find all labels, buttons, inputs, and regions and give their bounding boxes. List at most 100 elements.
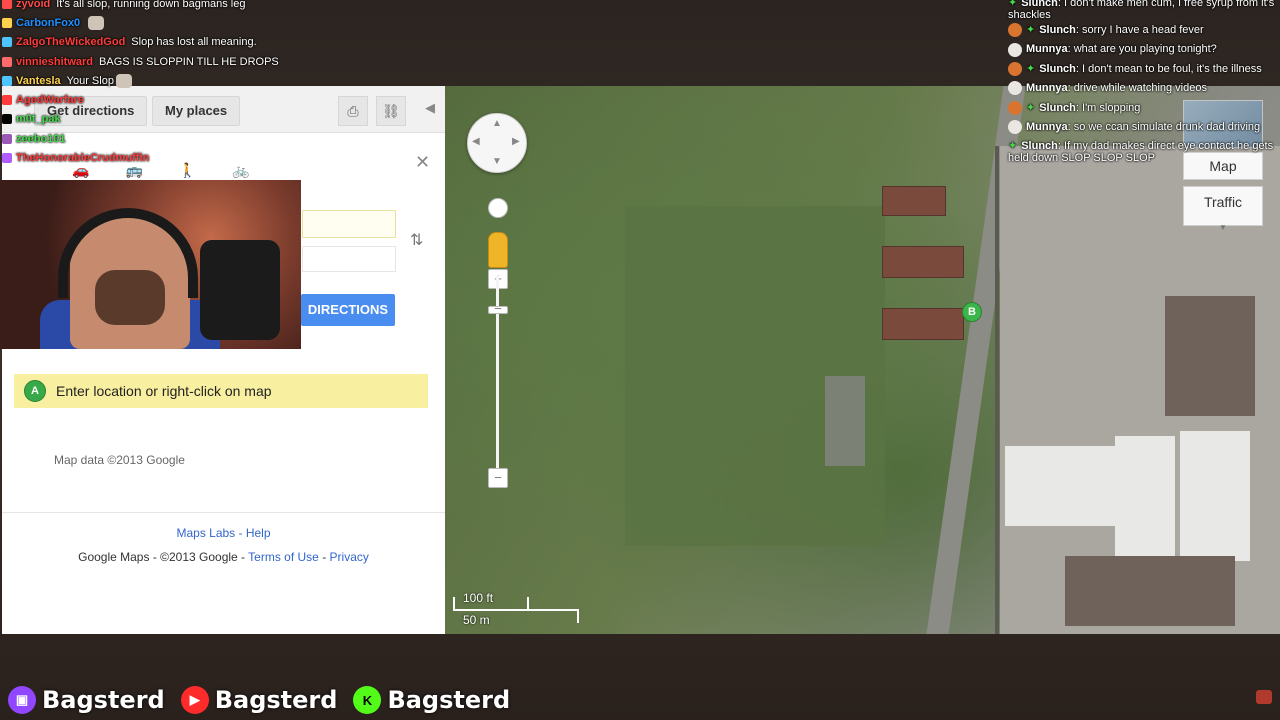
mod-badge-icon: ✦	[1026, 24, 1036, 36]
chat-username[interactable]: Munnya	[1026, 43, 1068, 55]
map-building	[882, 246, 964, 278]
channel-name: Bagsterd	[42, 686, 165, 714]
chat-message: zyvoid It's all slop, running down bagman…	[0, 0, 300, 13]
scale-bar	[453, 609, 579, 611]
badge-icon	[2, 56, 12, 67]
chat-username[interactable]: Slunch	[1039, 63, 1076, 75]
chat-message: Munnya: so we ccan simulate drunk dad dr…	[1008, 118, 1280, 137]
chat-username[interactable]: Vantesla	[16, 75, 61, 87]
chat-text: I'm slopping	[1082, 101, 1141, 114]
mod-badge-icon: ✦	[1026, 101, 1036, 114]
map-building	[1165, 296, 1255, 416]
traffic-button[interactable]: Traffic ▼	[1183, 186, 1263, 232]
maps-sidebar: Get directions My places ⎙ ⛓ ◀ 🚗 🚌 🚶 🚲 ✕…	[2, 86, 445, 634]
map-roof	[1180, 431, 1250, 561]
chat-message: ✦ Slunch: I don't make men cum, I free sy…	[1008, 0, 1280, 21]
chat-text: I don't mean to be foul, it's the illnes…	[1082, 62, 1262, 75]
map-roof	[1005, 446, 1115, 526]
chat-wrap: ✦ Slunch: I don't make men cum, I free sy…	[1008, 0, 1280, 21]
social-bar: ▣ Bagsterd ▶ Bagsterd K Bagsterd	[0, 680, 1280, 720]
social-link[interactable]: ▶ Bagsterd	[180, 686, 337, 714]
help-link[interactable]: Help	[246, 526, 271, 540]
collapse-panel-icon[interactable]: ◀	[425, 100, 435, 116]
emote-icon	[115, 73, 132, 88]
chat-username[interactable]: m0t_pak	[16, 113, 61, 125]
avatar	[1008, 120, 1022, 135]
webcam-feed	[0, 180, 301, 349]
social-link[interactable]: K Bagsterd	[353, 686, 510, 714]
destination-field[interactable]	[302, 246, 396, 272]
zoom-out-button[interactable]: −	[488, 468, 508, 488]
chat-overlay-left: zyvoid It's all slop, running down bagman…	[0, 0, 300, 168]
scale-tick	[527, 597, 529, 609]
avatar	[1008, 23, 1022, 38]
chat-text: so we ccan simulate drunk dad driving	[1073, 121, 1261, 134]
kick-icon: K	[353, 686, 382, 714]
map-building	[882, 308, 964, 340]
chat-username[interactable]: Slunch	[1039, 102, 1076, 114]
close-icon[interactable]: ✕	[415, 152, 430, 173]
microphone-icon	[200, 240, 280, 340]
avatar	[1008, 100, 1022, 115]
link-icon[interactable]: ⛓	[376, 96, 406, 126]
chat-message: Munnya: what are you playing tonight?	[1008, 40, 1280, 59]
chat-username[interactable]: Slunch	[1039, 24, 1076, 36]
chat-username[interactable]: Slunch	[1021, 0, 1058, 9]
chat-message: ✦ Slunch: sorry I have a head fever	[1008, 21, 1280, 40]
chat-username[interactable]: Slunch	[1021, 140, 1058, 152]
footer-copyright: Google Maps - ©2013 Google - Terms of Us…	[2, 550, 445, 564]
scale-tick	[453, 597, 455, 611]
chat-message: ✦ Slunch: I don't mean to be foul, it's t…	[1008, 60, 1280, 79]
satellite-map[interactable]: ▲ ▼ ◀ ▶ + − − B Map Traffic ▼ 100 ft 50 …	[445, 86, 1280, 634]
social-link[interactable]: ▣ Bagsterd	[8, 686, 165, 714]
chat-message: Munnya: drive while watching videos	[1008, 79, 1280, 98]
get-directions-submit-button[interactable]: DIRECTIONS	[301, 294, 395, 326]
chat-message: AgedWarfare	[0, 90, 300, 109]
chat-text: BAGS IS SLOPPIN TILL HE DROPS	[99, 55, 279, 68]
mod-badge-icon: ✦	[1026, 62, 1036, 75]
chat-username[interactable]: zyvoid	[16, 0, 50, 10]
zoom-slider-handle[interactable]: −	[488, 302, 508, 315]
map-roof	[1115, 436, 1175, 556]
chat-wrap: ✦ Slunch: If my dad makes direct eye cont…	[1008, 137, 1280, 164]
badge-icon	[2, 153, 12, 164]
map-building	[882, 186, 946, 216]
badge-icon	[2, 17, 12, 28]
map-data-attribution: Map data ©2013 Google	[54, 453, 185, 467]
chat-username[interactable]: TheHonorableCrudmuffin	[16, 152, 149, 164]
badge-icon	[2, 37, 12, 48]
link-separator: -	[235, 526, 246, 540]
chat-username[interactable]: CarbonFox0	[16, 17, 80, 29]
avatar	[1008, 81, 1022, 96]
maps-labs-link[interactable]: Maps Labs	[176, 526, 235, 540]
reset-view-button[interactable]	[488, 198, 508, 218]
chat-username[interactable]: zeebo101	[16, 133, 66, 145]
chat-text: It's all slop, running down bagmans leg	[56, 0, 246, 10]
pan-control[interactable]: ▲ ▼ ◀ ▶	[467, 113, 527, 173]
swap-icon[interactable]: ⇅	[410, 230, 423, 250]
start-location-field[interactable]	[302, 210, 396, 238]
pin-b-icon[interactable]: B	[962, 302, 982, 322]
location-hint-text: Enter location or right-click on map	[56, 383, 272, 399]
privacy-link[interactable]: Privacy	[330, 550, 369, 564]
terms-link[interactable]: Terms of Use	[248, 550, 319, 564]
chevron-down-icon: ▼	[1219, 223, 1227, 232]
badge-icon	[2, 95, 12, 106]
location-hint: A Enter location or right-click on map	[14, 374, 428, 408]
chat-username[interactable]: vinnieshitward	[16, 56, 93, 68]
twitch-icon: ▣	[8, 686, 36, 714]
mod-badge-icon: ✦	[1008, 0, 1018, 9]
chat-username[interactable]: AgedWarfare	[16, 94, 84, 106]
chat-text: what are you playing tonight?	[1073, 43, 1217, 56]
chat-message: ✦ Slunch: I'm slopping	[1008, 99, 1280, 118]
pegman-icon[interactable]	[488, 232, 508, 268]
print-icon[interactable]: ⎙	[338, 96, 368, 126]
chat-username[interactable]: ZalgoTheWickedGod	[16, 36, 125, 48]
chat-username[interactable]: Munnya	[1026, 82, 1068, 94]
chat-message: m0t_pak	[0, 110, 300, 129]
chat-message: ZalgoTheWickedGod Slop has lost all meani…	[0, 33, 300, 52]
badge-icon	[2, 0, 12, 9]
chat-text: drive while watching videos	[1073, 82, 1207, 95]
chat-username[interactable]: Munnya	[1026, 121, 1068, 133]
avatar	[1008, 42, 1022, 57]
